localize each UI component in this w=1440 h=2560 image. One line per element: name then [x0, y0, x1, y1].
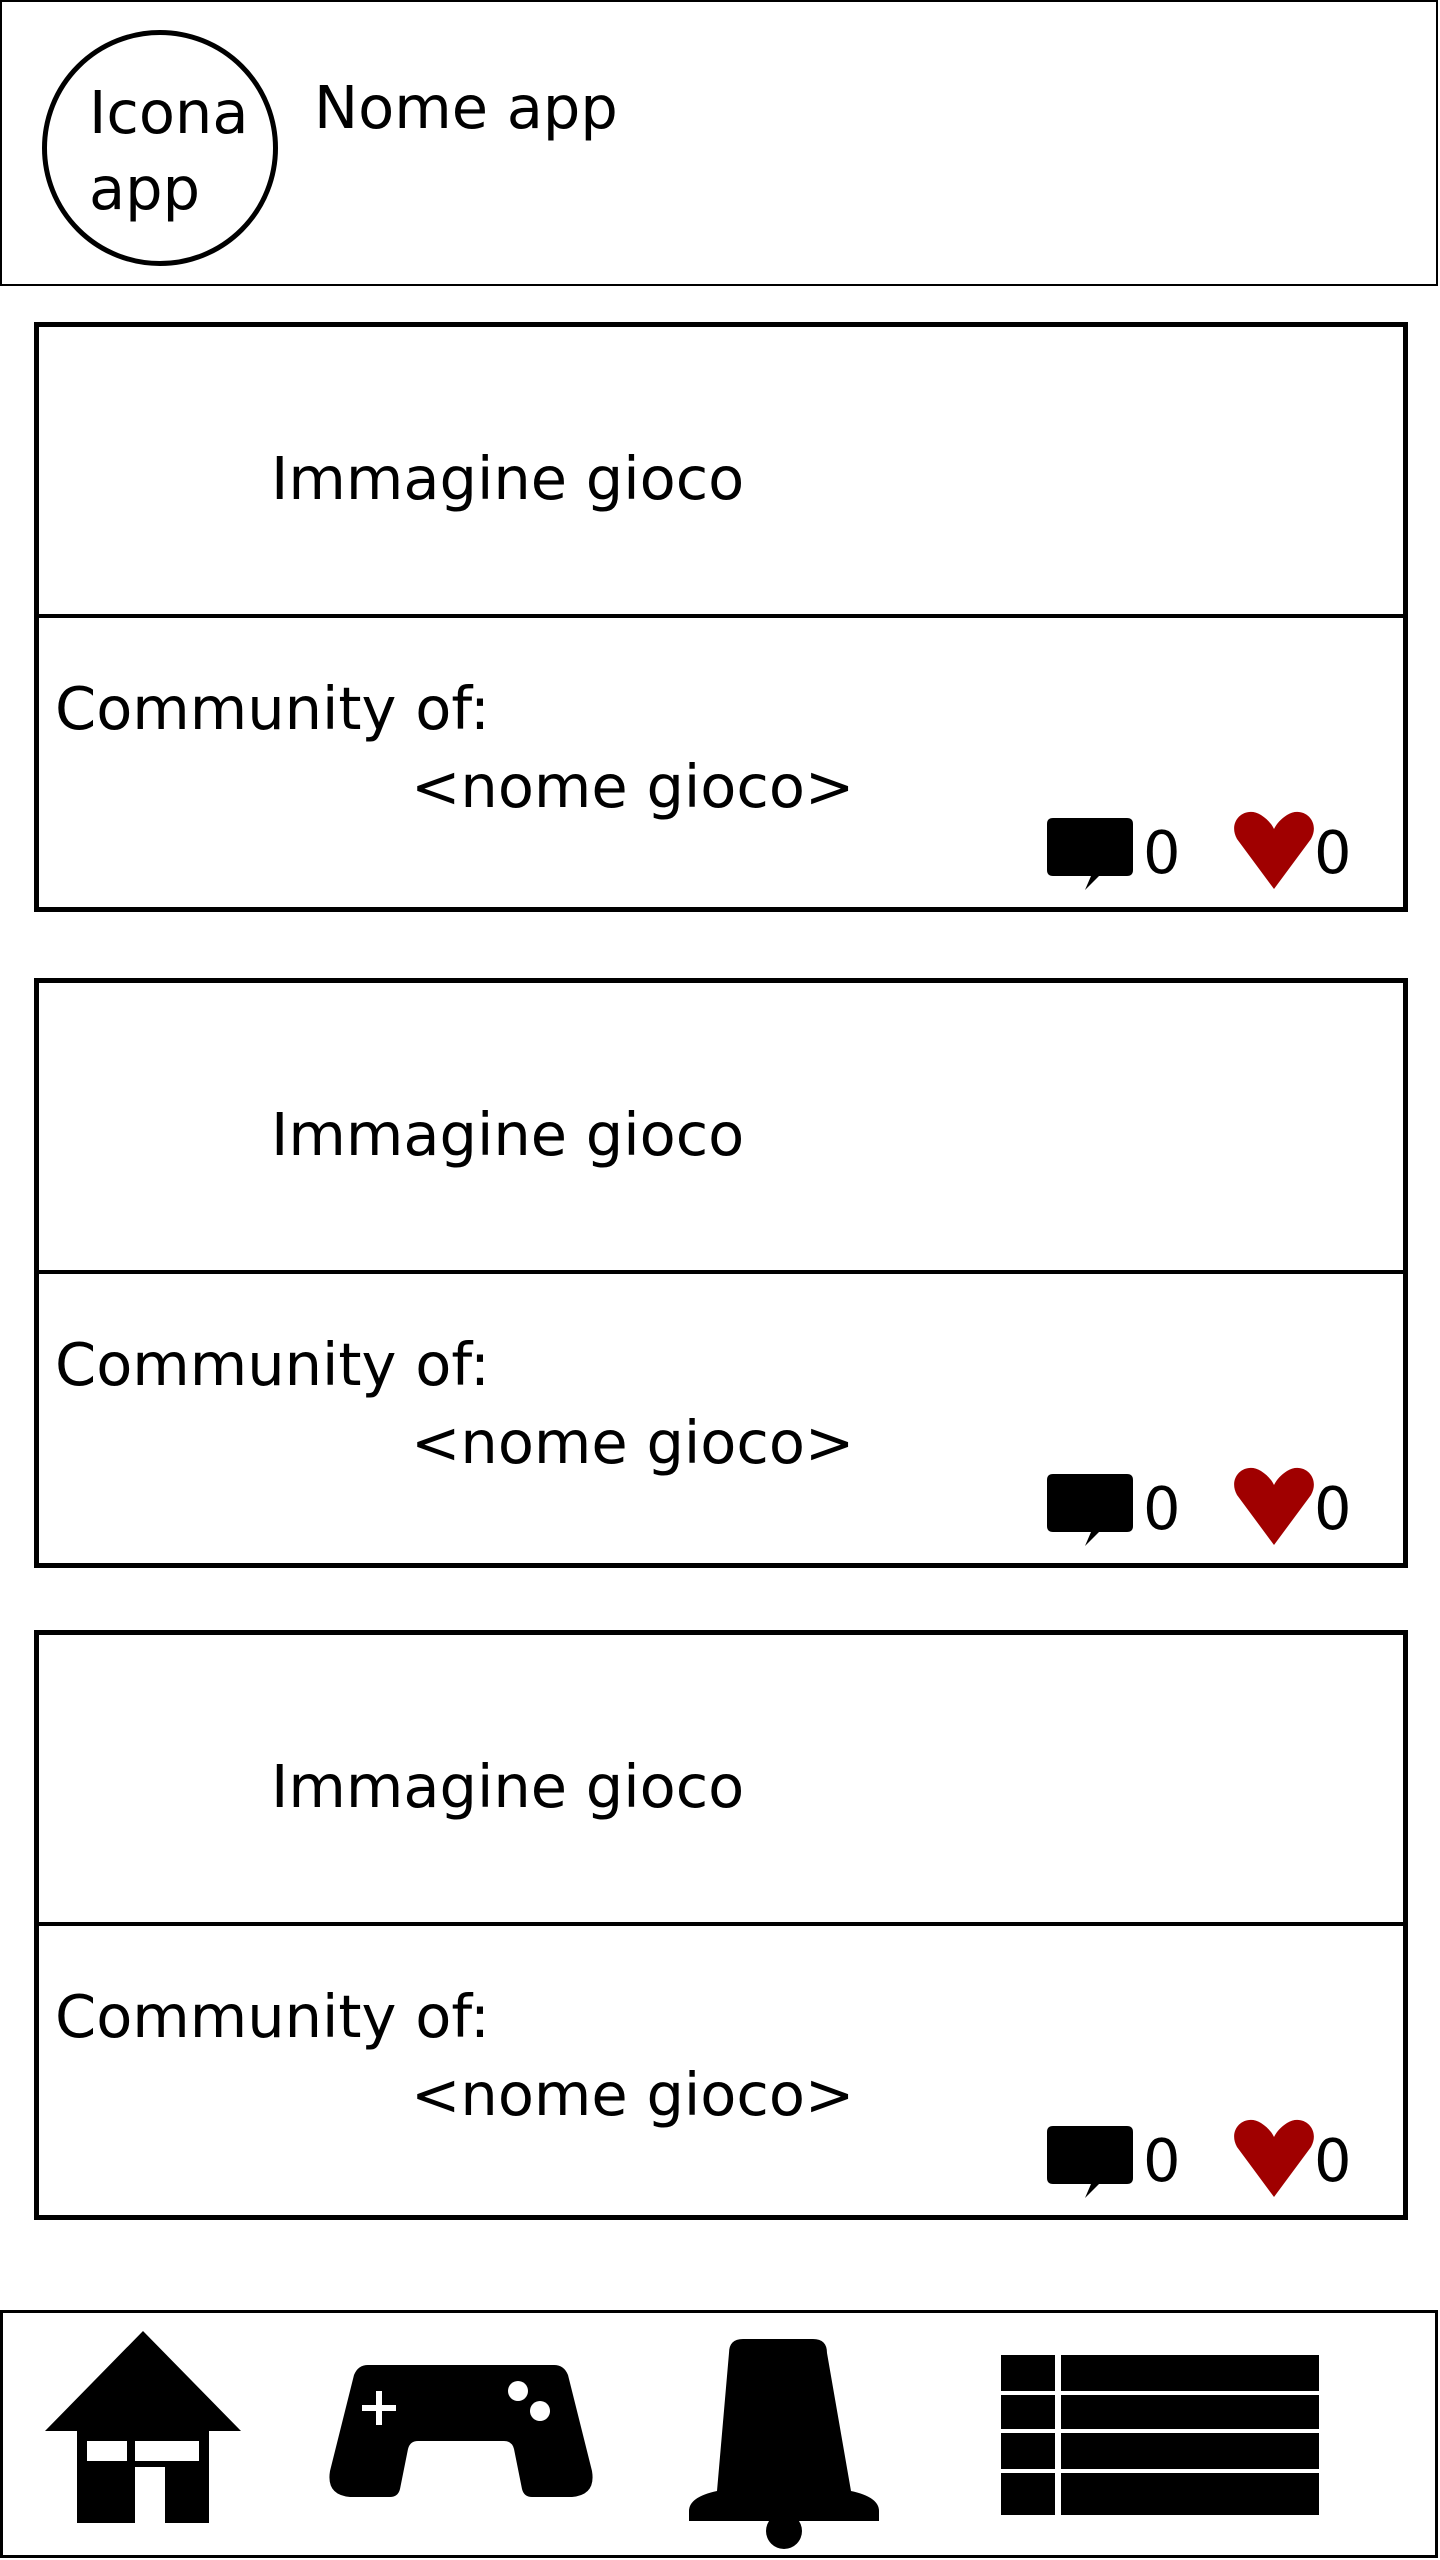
game-name: <nome gioco> [411, 2060, 855, 2129]
game-image-label: Immagine gioco [271, 1752, 745, 1821]
comment-count: 0 [1143, 1474, 1181, 1543]
app-icon[interactable]: Icona app [42, 30, 278, 266]
like-count: 0 [1314, 2126, 1352, 2195]
community-card[interactable]: Immagine gioco Community of: <nome gioco… [34, 978, 1408, 1568]
game-image[interactable]: Immagine gioco [39, 327, 1403, 618]
bell-icon [689, 2339, 879, 2549]
heart-icon[interactable] [1233, 1465, 1315, 1547]
comment-icon[interactable] [1047, 818, 1133, 892]
game-name: <nome gioco> [411, 752, 855, 821]
like-count: 0 [1314, 818, 1352, 887]
nav-home[interactable] [43, 2327, 243, 2527]
heart-icon[interactable] [1233, 2117, 1315, 2199]
home-icon [45, 2331, 241, 2523]
game-name: <nome gioco> [411, 1408, 855, 1477]
community-label: Community of: [55, 1982, 490, 2051]
community-label: Community of: [55, 1330, 490, 1399]
app-name: Nome app [314, 73, 618, 142]
game-image[interactable]: Immagine gioco [39, 983, 1403, 1274]
comment-icon[interactable] [1047, 1474, 1133, 1548]
game-image[interactable]: Immagine gioco [39, 1635, 1403, 1926]
nav-notifications[interactable] [689, 2339, 879, 2549]
nav-menu[interactable] [1001, 2355, 1319, 2515]
community-card[interactable]: Immagine gioco Community of: <nome gioco… [34, 1630, 1408, 2220]
gamepad-icon [329, 2365, 593, 2497]
heart-icon[interactable] [1233, 809, 1315, 891]
list-icon [1001, 2355, 1319, 2515]
community-label: Community of: [55, 674, 490, 743]
community-card[interactable]: Immagine gioco Community of: <nome gioco… [34, 322, 1408, 912]
bottom-nav [0, 2310, 1438, 2558]
game-image-label: Immagine gioco [271, 1100, 745, 1169]
comment-icon[interactable] [1047, 2126, 1133, 2200]
game-image-label: Immagine gioco [271, 444, 745, 513]
comment-count: 0 [1143, 2126, 1181, 2195]
like-count: 0 [1314, 1474, 1352, 1543]
nav-games[interactable] [328, 2363, 594, 2499]
comment-count: 0 [1143, 818, 1181, 887]
app-header: Icona app Nome app [0, 0, 1438, 286]
app-icon-label: Icona app [89, 78, 249, 223]
